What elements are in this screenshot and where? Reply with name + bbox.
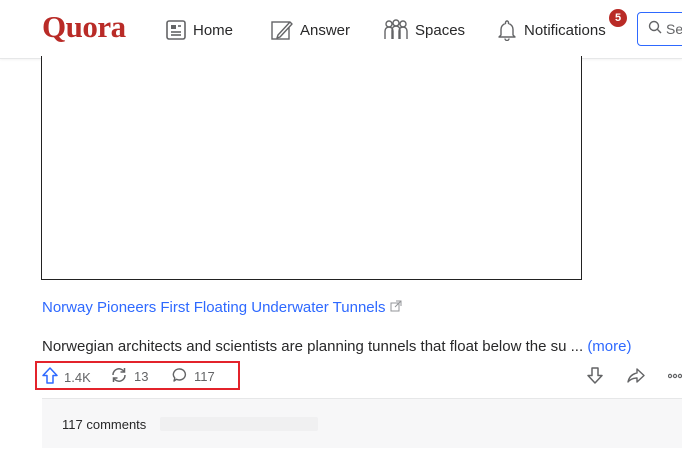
upvote-button[interactable]: 1.4K: [42, 367, 91, 387]
quora-logo[interactable]: Quora: [42, 9, 126, 45]
share-button[interactable]: 13: [110, 367, 148, 386]
upvote-count: 1.4K: [64, 369, 91, 385]
comment-button[interactable]: 117: [172, 367, 215, 386]
downvote-arrow-icon: [587, 367, 603, 388]
ellipsis-icon: [667, 369, 682, 386]
nav-answer-label: Answer: [300, 21, 351, 39]
nav-answer[interactable]: Answer: [270, 17, 350, 43]
nav-notifications-label: Notifications: [524, 21, 606, 39]
share-forward-button[interactable]: [627, 367, 645, 389]
search-box[interactable]: [637, 12, 682, 46]
search-icon: [648, 20, 662, 39]
pencil-icon: [270, 19, 294, 41]
spaces-icon: [383, 19, 409, 41]
search-input[interactable]: [666, 21, 682, 37]
comment-count: 117: [194, 369, 215, 384]
nav-spaces[interactable]: Spaces: [383, 17, 465, 43]
external-link-icon: [390, 299, 402, 316]
bell-icon: [496, 19, 518, 41]
nav-notifications[interactable]: Notifications: [496, 17, 606, 43]
comments-count-label[interactable]: 117 comments: [62, 417, 146, 432]
comment-bubble-icon: [172, 367, 188, 386]
share-count: 13: [134, 369, 149, 384]
nav-home-label: Home: [193, 21, 234, 39]
home-icon: [165, 19, 187, 41]
nav-home[interactable]: Home: [165, 17, 233, 43]
share-arrow-icon: [627, 368, 645, 388]
downvote-button[interactable]: [587, 367, 603, 389]
reshare-icon: [110, 367, 128, 386]
notification-count-badge: 5: [608, 8, 628, 28]
article-link-title: Norway Pioneers First Floating Underwate…: [42, 299, 386, 316]
post-description: Norwegian architects and scientists are …: [42, 338, 631, 355]
more-options-button[interactable]: [667, 369, 682, 387]
more-link[interactable]: (more): [587, 338, 631, 355]
top-navigation-bar: Quora Home Answer Spaces Notifications 5…: [0, 0, 682, 59]
post-image[interactable]: [41, 56, 582, 280]
upvote-arrow-icon: [42, 367, 58, 387]
comment-input-placeholder[interactable]: [160, 417, 318, 431]
article-link[interactable]: Norway Pioneers First Floating Underwate…: [42, 299, 402, 316]
nav-spaces-label: Spaces: [415, 21, 466, 39]
post-description-text: Norwegian architects and scientists are …: [42, 338, 588, 355]
